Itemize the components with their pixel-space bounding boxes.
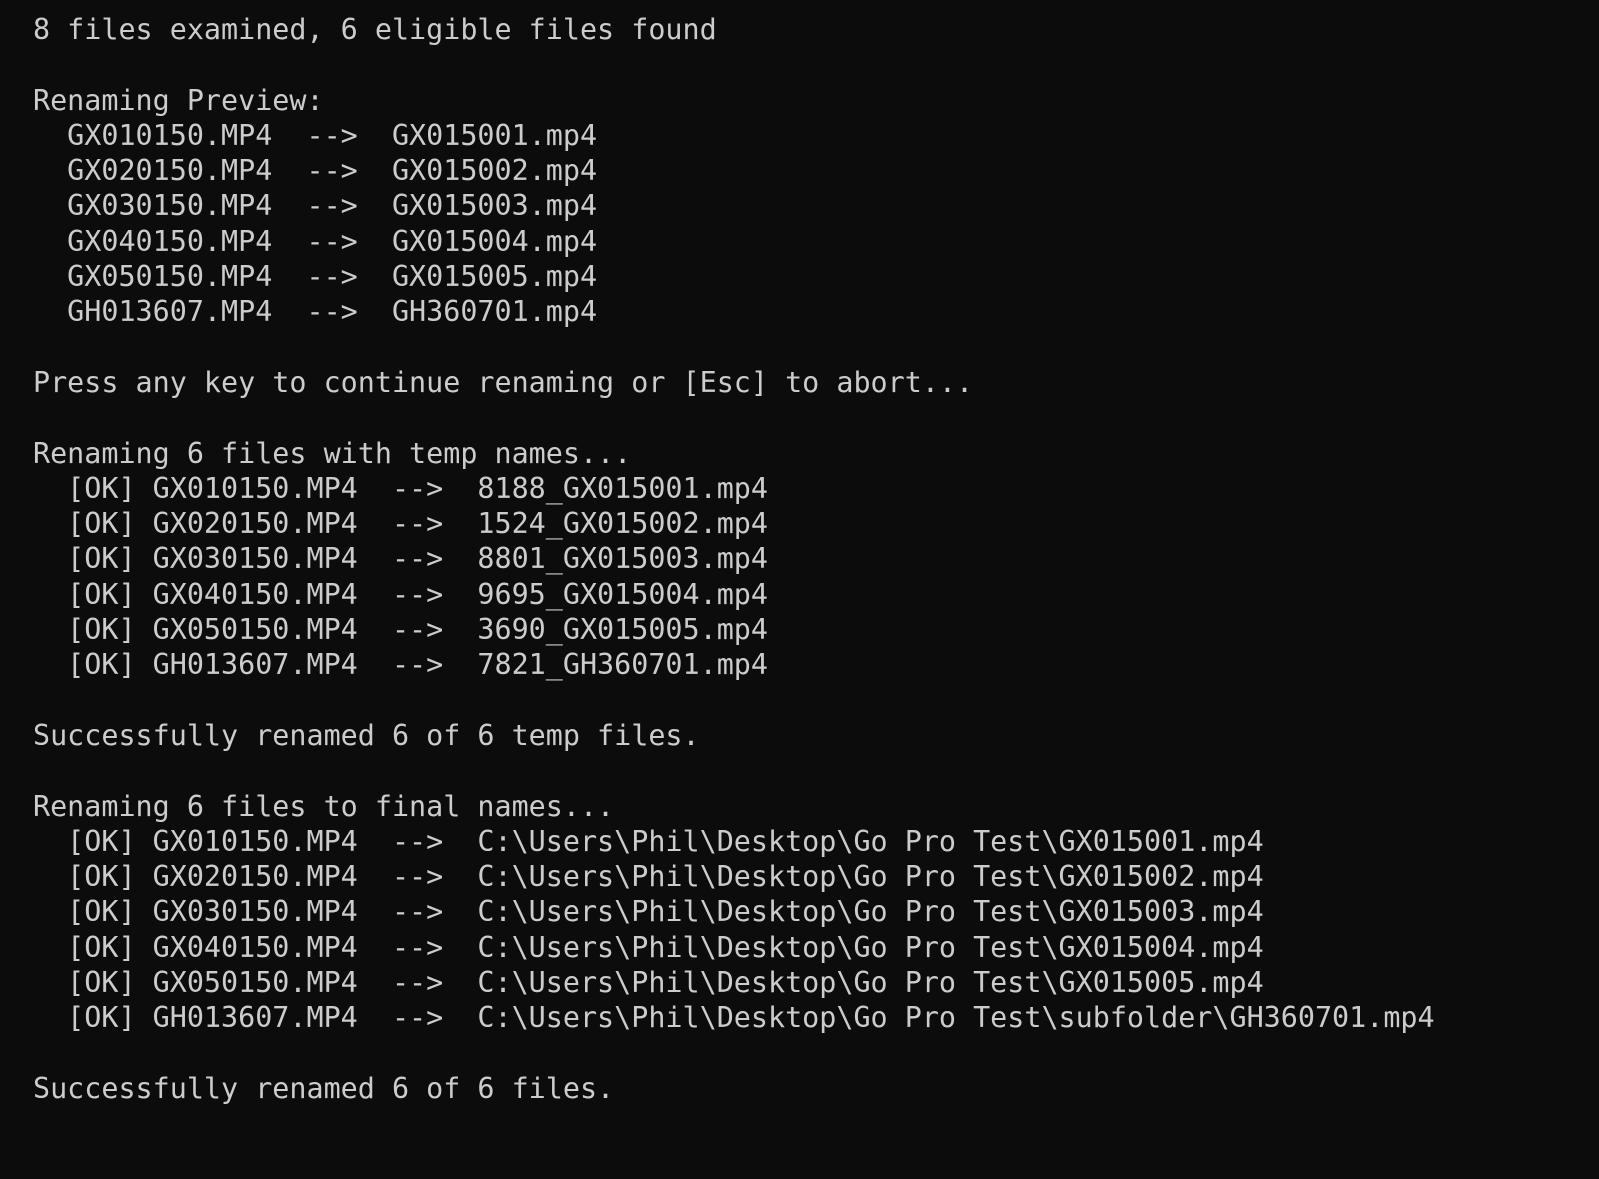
line-final-row: [OK] GX040150.MP4 --> C:\Users\Phil\Desk… [33,930,1264,964]
line-summary-examined: 8 files examined, 6 eligible files found [33,13,717,46]
line-final-row: [OK] GX030150.MP4 --> C:\Users\Phil\Desk… [33,895,1264,929]
line-temp-row: [OK] GH013607.MP4 --> 7821_GH360701.mp4 [33,648,768,682]
line-preview-row: GX020150.MP4 --> GX015002.mp4 [33,154,598,188]
line-final-result: Successfully renamed 6 of 6 files. [33,1071,615,1105]
line-temp-row: [OK] GX030150.MP4 --> 8801_GX015003.mp4 [33,542,768,576]
line-temp-result: Successfully renamed 6 of 6 temp files. [33,718,700,752]
line-final-row: [OK] GX050150.MP4 --> C:\Users\Phil\Desk… [33,966,1264,1000]
line-preview-row: GH013607.MP4 --> GH360701.mp4 [33,295,598,329]
terminal-console-output[interactable]: 8 files examined, 6 eligible files found… [0,0,1599,1179]
line-temp-row: [OK] GX010150.MP4 --> 8188_GX015001.mp4 [33,471,768,505]
line-temp-row: [OK] GX020150.MP4 --> 1524_GX015002.mp4 [33,507,768,541]
line-final-heading: Renaming 6 files to final names... [33,789,615,823]
line-preview-heading: Renaming Preview: [33,83,324,117]
line-temp-row: [OK] GX040150.MP4 --> 9695_GX015004.mp4 [33,577,768,611]
line-temp-heading: Renaming 6 files with temp names... [33,436,632,470]
line-keypress-prompt: Press any key to continue renaming or [E… [33,365,974,399]
line-temp-row: [OK] GX050150.MP4 --> 3690_GX015005.mp4 [33,613,768,647]
line-final-row: [OK] GX010150.MP4 --> C:\Users\Phil\Desk… [33,824,1264,858]
line-final-row: [OK] GH013607.MP4 --> C:\Users\Phil\Desk… [33,1001,1435,1035]
line-final-row: [OK] GX020150.MP4 --> C:\Users\Phil\Desk… [33,860,1264,894]
line-preview-row: GX050150.MP4 --> GX015005.mp4 [33,260,598,294]
line-preview-row: GX030150.MP4 --> GX015003.mp4 [33,189,598,223]
line-preview-row: GX040150.MP4 --> GX015004.mp4 [33,224,598,258]
line-preview-row: GX010150.MP4 --> GX015001.mp4 [33,118,598,152]
